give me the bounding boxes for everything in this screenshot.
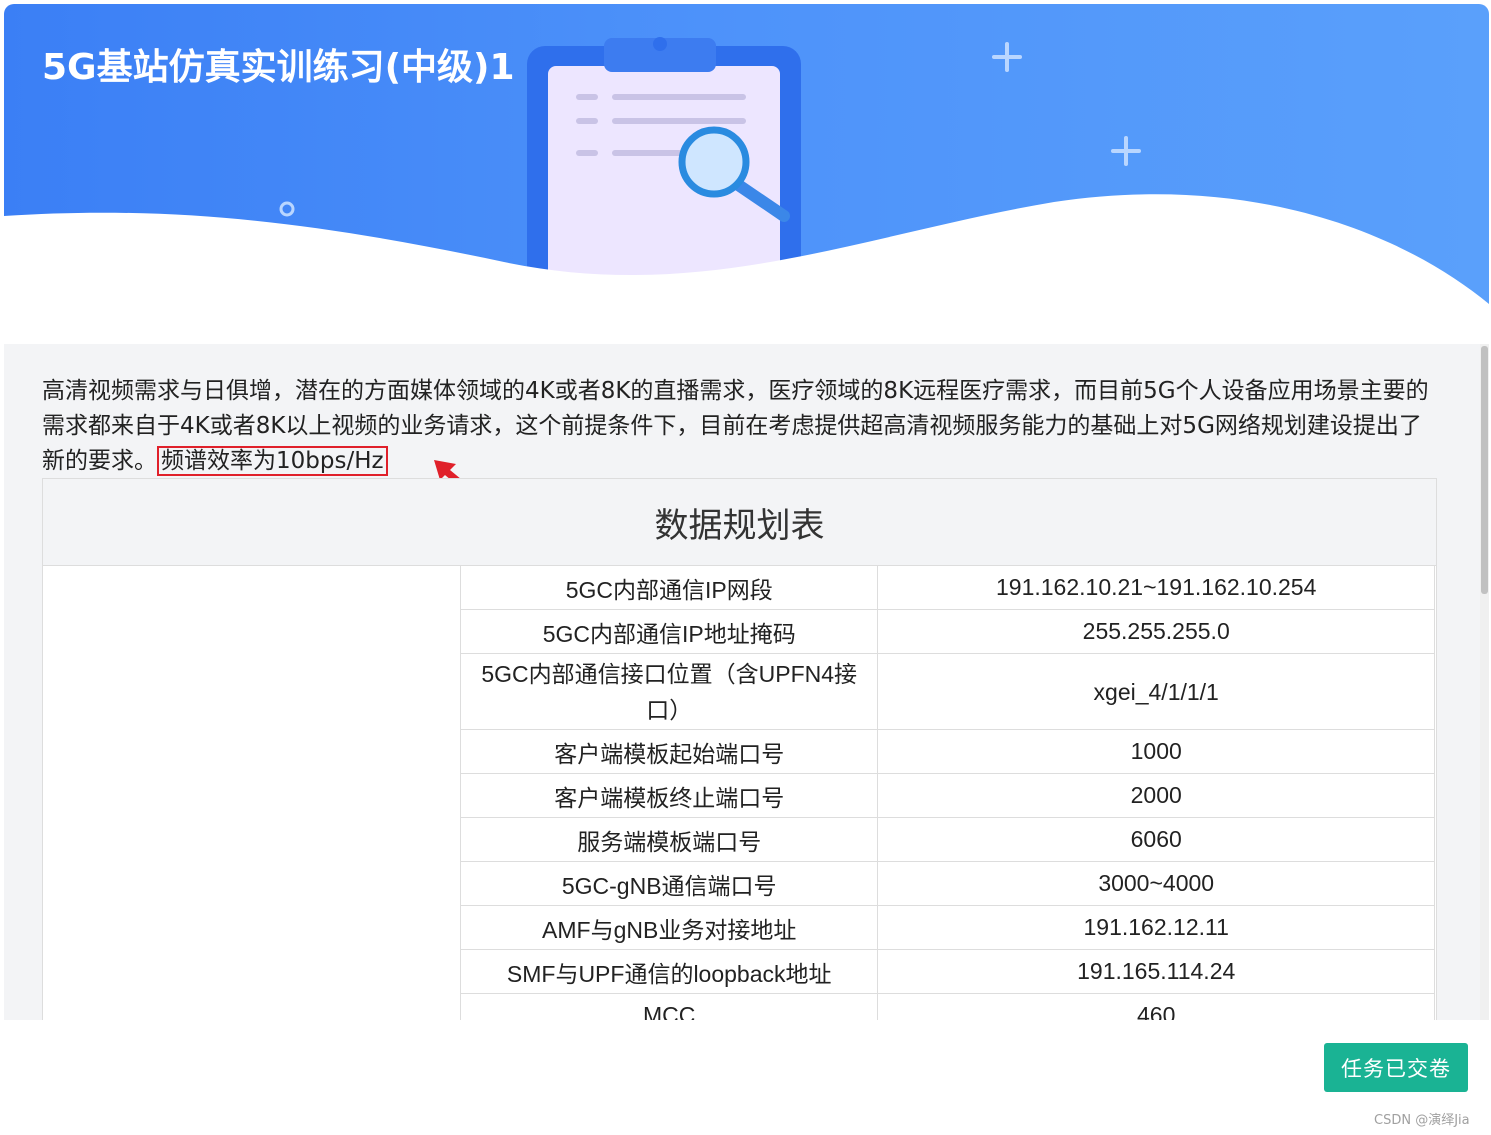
row-key: 客户端模板起始端口号 bbox=[459, 729, 879, 774]
plan-table-title: 数据规划表 bbox=[43, 479, 1436, 566]
row-value: 3000~4000 bbox=[877, 861, 1435, 906]
table-row: 客户端模板起始端口号 1000 bbox=[459, 729, 1435, 774]
table-row: 5GC-gNB通信端口号 3000~4000 bbox=[459, 861, 1435, 906]
row-key: 5GC-gNB通信端口号 bbox=[459, 861, 879, 906]
plan-table: 5GC内部通信IP网段 191.162.10.21~191.162.10.254… bbox=[459, 565, 1435, 1020]
row-value: 255.255.255.0 bbox=[877, 609, 1435, 654]
row-value: 2000 bbox=[877, 773, 1435, 818]
plan-table-panel: 数据规划表 5GC内部通信IP网段 191.162.10.21~191.162.… bbox=[42, 478, 1437, 1020]
table-row: MCC 460 bbox=[459, 993, 1435, 1020]
table-row: 5GC内部通信IP网段 191.162.10.21~191.162.10.254 bbox=[459, 565, 1435, 610]
row-value: 6060 bbox=[877, 817, 1435, 862]
row-key: MCC bbox=[459, 993, 879, 1020]
row-key: 5GC内部通信IP地址掩码 bbox=[459, 609, 879, 654]
row-key: 客户端模板终止端口号 bbox=[459, 773, 879, 818]
row-value: 191.165.114.24 bbox=[877, 949, 1435, 994]
row-key: 服务端模板端口号 bbox=[459, 817, 879, 862]
row-value: 191.162.12.11 bbox=[877, 905, 1435, 950]
submitted-button[interactable]: 任务已交卷 bbox=[1324, 1043, 1468, 1092]
table-row: 客户端模板终止端口号 2000 bbox=[459, 773, 1435, 818]
table-row: 服务端模板端口号 6060 bbox=[459, 817, 1435, 862]
table-row: 5GC内部通信IP地址掩码 255.255.255.0 bbox=[459, 609, 1435, 654]
page-title: 5G基站仿真实训练习(中级)1 bbox=[42, 47, 515, 88]
scrollbar-thumb[interactable] bbox=[1481, 346, 1488, 594]
csdn-watermark: CSDN @演绎Jia bbox=[1374, 1113, 1470, 1128]
exam-page: 5G基站仿真实训练习(中级)1 高清视频需求与日俱增，潜在的方面媒体领域的4K或… bbox=[0, 0, 1491, 1135]
task-content[interactable]: 高清视频需求与日俱增，潜在的方面媒体领域的4K或者8K的直播需求，医疗领域的8K… bbox=[4, 344, 1480, 1020]
row-value: 460 bbox=[877, 993, 1435, 1020]
task-description: 高清视频需求与日俱增，潜在的方面媒体领域的4K或者8K的直播需求，医疗领域的8K… bbox=[42, 374, 1442, 479]
row-key: 5GC内部通信IP网段 bbox=[459, 565, 879, 610]
table-row: 5GC内部通信接口位置（含UPFN4接口） xgei_4/1/1/1 bbox=[459, 653, 1435, 730]
row-value: xgei_4/1/1/1 bbox=[877, 653, 1435, 730]
row-key: 5GC内部通信接口位置（含UPFN4接口） bbox=[459, 653, 879, 730]
table-row: SMF与UPF通信的loopback地址 191.165.114.24 bbox=[459, 949, 1435, 994]
footer-bar: 任务已交卷 CSDN @演绎Jia bbox=[4, 1020, 1489, 1135]
table-row: AMF与gNB业务对接地址 191.162.12.11 bbox=[459, 905, 1435, 950]
row-value: 191.162.10.21~191.162.10.254 bbox=[877, 565, 1435, 610]
spectral-efficiency-highlight: 频谱效率为10bps/Hz bbox=[157, 446, 388, 476]
row-value: 1000 bbox=[877, 729, 1435, 774]
header-banner: 5G基站仿真实训练习(中级)1 bbox=[4, 4, 1489, 344]
row-key: AMF与gNB业务对接地址 bbox=[459, 905, 879, 950]
row-key: SMF与UPF通信的loopback地址 bbox=[459, 949, 879, 994]
